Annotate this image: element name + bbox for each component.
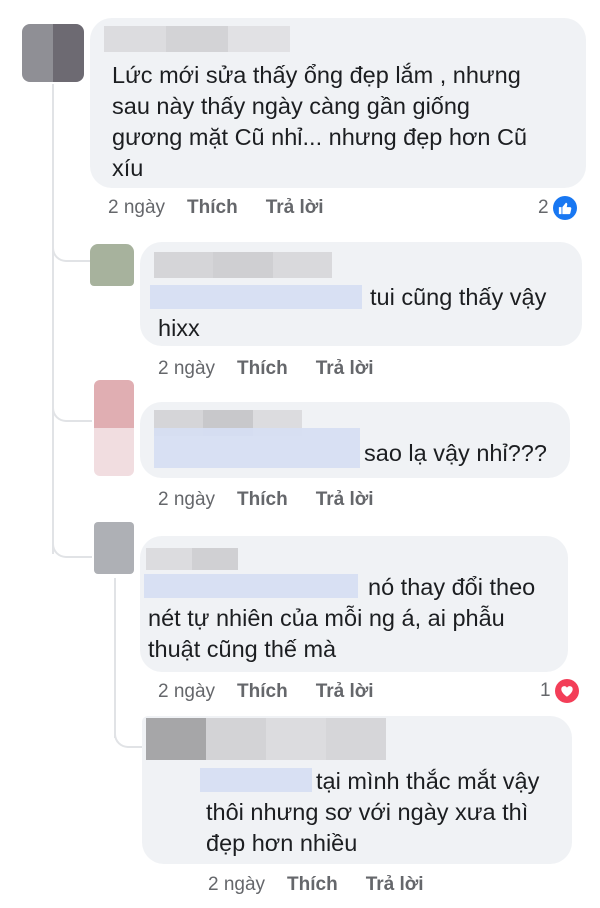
timestamp[interactable]: 2 ngày (158, 681, 215, 703)
comment-bubble: tui cũng thấy vậy hixx (140, 242, 582, 346)
avatar[interactable] (94, 522, 134, 574)
comment-meta: 2 ngày Thích Trả lời (208, 874, 424, 896)
comment-meta: 2 ngày Thích Trả lời (158, 681, 374, 703)
reply-button[interactable]: Trả lời (316, 681, 374, 703)
reply-button[interactable]: Trả lời (266, 197, 324, 219)
author-name-blurred[interactable] (154, 252, 332, 278)
comment-meta: 2 ngày Thích Trả lời (158, 489, 374, 511)
thread-line-nested (114, 578, 116, 738)
avatar[interactable] (94, 380, 134, 476)
comment-meta: 2 ngày Thích Trả lời (158, 358, 374, 380)
like-button[interactable]: Thích (237, 358, 288, 380)
like-button[interactable]: Thích (237, 681, 288, 703)
like-button[interactable]: Thích (237, 489, 288, 511)
timestamp[interactable]: 2 ngày (208, 874, 265, 896)
comment-text: tui cũng thấy vậy hixx (158, 284, 547, 341)
comment-meta: 2 ngày Thích Trả lời (108, 197, 324, 219)
reaction-count: 2 (538, 197, 549, 218)
comment-bubble: Lức mới sửa thấy ổng đẹp lắm , nhưng sau… (90, 18, 586, 188)
comment-text: sao lạ vậy nhỉ??? (364, 440, 547, 466)
comment-text: nó thay đổi theo nét tự nhiên của mỗi ng… (148, 574, 536, 662)
author-name-blurred[interactable] (146, 548, 238, 570)
reaction-count: 1 (540, 680, 551, 701)
timestamp[interactable]: 2 ngày (158, 358, 215, 380)
love-icon (554, 679, 579, 703)
comment-text: tại mình thắc mắt vậy thôi nhưng sơ với … (206, 768, 540, 856)
like-button[interactable]: Thích (187, 197, 238, 219)
like-button[interactable]: Thích (287, 874, 338, 896)
author-name-blurred[interactable] (146, 718, 386, 760)
comment-bubble: nó thay đổi theo nét tự nhiên của mỗi ng… (140, 536, 568, 672)
mention-tag-blurred[interactable] (154, 428, 360, 468)
thread-elbow (52, 520, 92, 558)
reply-button[interactable]: Trả lời (366, 874, 424, 896)
comment-text: Lức mới sửa thấy ổng đẹp lắm , nhưng sau… (112, 62, 528, 181)
reaction-summary[interactable]: 2 (538, 196, 577, 220)
thread-elbow (52, 390, 92, 422)
comment-bubble: sao lạ vậy nhỉ??? (140, 402, 570, 478)
reaction-summary[interactable]: 1 (540, 679, 579, 703)
timestamp[interactable]: 2 ngày (158, 489, 215, 511)
thread-elbow (52, 230, 92, 262)
reply-button[interactable]: Trả lời (316, 489, 374, 511)
like-icon (552, 196, 577, 220)
avatar[interactable] (22, 24, 84, 82)
author-name-blurred[interactable] (104, 26, 290, 52)
thread-line-main (52, 84, 54, 554)
thread-elbow (114, 716, 144, 748)
comment-bubble: tại mình thắc mắt vậy thôi nhưng sơ với … (142, 716, 572, 864)
reply-button[interactable]: Trả lời (316, 358, 374, 380)
timestamp[interactable]: 2 ngày (108, 197, 165, 219)
avatar[interactable] (90, 244, 134, 286)
